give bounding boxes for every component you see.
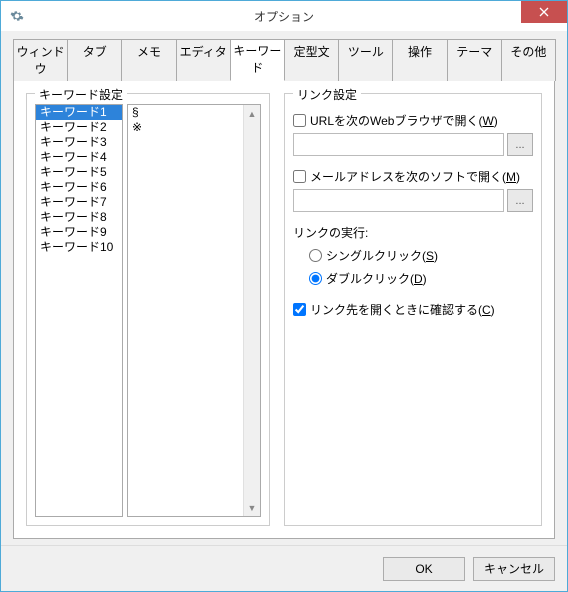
tab-theme[interactable]: テーマ — [447, 39, 502, 81]
tab-memo[interactable]: メモ — [121, 39, 176, 81]
radio-single[interactable] — [309, 249, 322, 262]
titlebar: オプション — [1, 1, 567, 31]
keyword-lists-row: キーワード1 キーワード2 キーワード3 キーワード4 キーワード5 キーワード… — [35, 104, 261, 517]
tab-other[interactable]: その他 — [501, 39, 556, 81]
open-mail-checkbox[interactable] — [293, 170, 306, 183]
keyword-legend: キーワード設定 — [35, 86, 127, 103]
list-item[interactable]: キーワード10 — [36, 240, 122, 255]
confirm-check-row[interactable]: リンク先を開くときに確認する(C) — [293, 301, 533, 318]
confirm-checkbox[interactable] — [293, 303, 306, 316]
browse-mail-button[interactable]: ... — [507, 189, 533, 212]
browse-browser-button[interactable]: ... — [507, 133, 533, 156]
open-browser-checkbox[interactable] — [293, 114, 306, 127]
list-item[interactable]: ※ — [128, 120, 260, 135]
confirm-label: リンク先を開くときに確認する(C) — [310, 301, 495, 318]
keyword-listbox[interactable]: キーワード1 キーワード2 キーワード3 キーワード4 キーワード5 キーワード… — [35, 104, 123, 517]
radio-double[interactable] — [309, 272, 322, 285]
ok-button[interactable]: OK — [383, 557, 465, 581]
list-item[interactable]: キーワード2 — [36, 120, 122, 135]
scroll-up-icon[interactable]: ▲ — [244, 105, 260, 122]
radio-double-row[interactable]: ダブルクリック(D) — [309, 270, 533, 287]
list-item[interactable]: キーワード9 — [36, 225, 122, 240]
keyword-settings-group: キーワード設定 キーワード1 キーワード2 キーワード3 キーワード4 キーワー… — [26, 93, 270, 526]
gear-icon — [9, 8, 25, 24]
list-item[interactable]: キーワード7 — [36, 195, 122, 210]
open-browser-label: URLを次のWebブラウザで開く(W) — [310, 112, 498, 129]
list-item[interactable]: キーワード1 — [36, 105, 122, 120]
open-mail-check-row[interactable]: メールアドレスを次のソフトで開く(M) — [293, 168, 533, 185]
link-exec-label: リンクの実行: — [293, 224, 533, 241]
tab-tab[interactable]: タブ — [67, 39, 122, 81]
tab-tool[interactable]: ツール — [338, 39, 393, 81]
link-legend: リンク設定 — [293, 86, 361, 103]
tab-template[interactable]: 定型文 — [284, 39, 339, 81]
list-item[interactable]: キーワード3 — [36, 135, 122, 150]
cancel-button[interactable]: キャンセル — [473, 557, 555, 581]
scroll-down-icon[interactable]: ▼ — [244, 499, 260, 516]
tab-panel: キーワード設定 キーワード1 キーワード2 キーワード3 キーワード4 キーワー… — [13, 80, 555, 539]
tab-editor[interactable]: エディタ — [176, 39, 231, 81]
dialog-footer: OK キャンセル — [1, 545, 567, 591]
tab-strip: ウィンドウ タブ メモ エディタ キーワード 定型文 ツール 操作 テーマ その… — [13, 39, 555, 81]
tab-window[interactable]: ウィンドウ — [13, 39, 68, 81]
tab-operation[interactable]: 操作 — [392, 39, 447, 81]
open-browser-check-row[interactable]: URLを次のWebブラウザで開く(W) — [293, 112, 533, 129]
browser-path-row: ... — [293, 133, 533, 156]
scrollbar[interactable]: ▲ ▼ — [243, 105, 260, 516]
window-title: オプション — [1, 8, 567, 25]
list-item[interactable]: キーワード5 — [36, 165, 122, 180]
close-button[interactable] — [521, 1, 567, 23]
link-settings-group: リンク設定 URLを次のWebブラウザで開く(W) ... メールアドレスを次の… — [284, 93, 542, 526]
mail-path-input[interactable] — [293, 189, 504, 212]
radio-double-label: ダブルクリック(D) — [326, 270, 427, 287]
browser-path-input[interactable] — [293, 133, 504, 156]
symbol-listbox[interactable]: § ※ ▲ ▼ — [127, 104, 261, 517]
radio-single-row[interactable]: シングルクリック(S) — [309, 247, 533, 264]
tab-keyword[interactable]: キーワード — [230, 39, 285, 81]
options-dialog: オプション ウィンドウ タブ メモ エディタ キーワード 定型文 ツール 操作 … — [0, 0, 568, 592]
list-item[interactable]: キーワード6 — [36, 180, 122, 195]
client-area: ウィンドウ タブ メモ エディタ キーワード 定型文 ツール 操作 テーマ その… — [1, 31, 567, 545]
open-mail-label: メールアドレスを次のソフトで開く(M) — [310, 168, 520, 185]
list-item[interactable]: § — [128, 105, 260, 120]
list-item[interactable]: キーワード8 — [36, 210, 122, 225]
mail-path-row: ... — [293, 189, 533, 212]
radio-single-label: シングルクリック(S) — [326, 247, 438, 264]
list-item[interactable]: キーワード4 — [36, 150, 122, 165]
